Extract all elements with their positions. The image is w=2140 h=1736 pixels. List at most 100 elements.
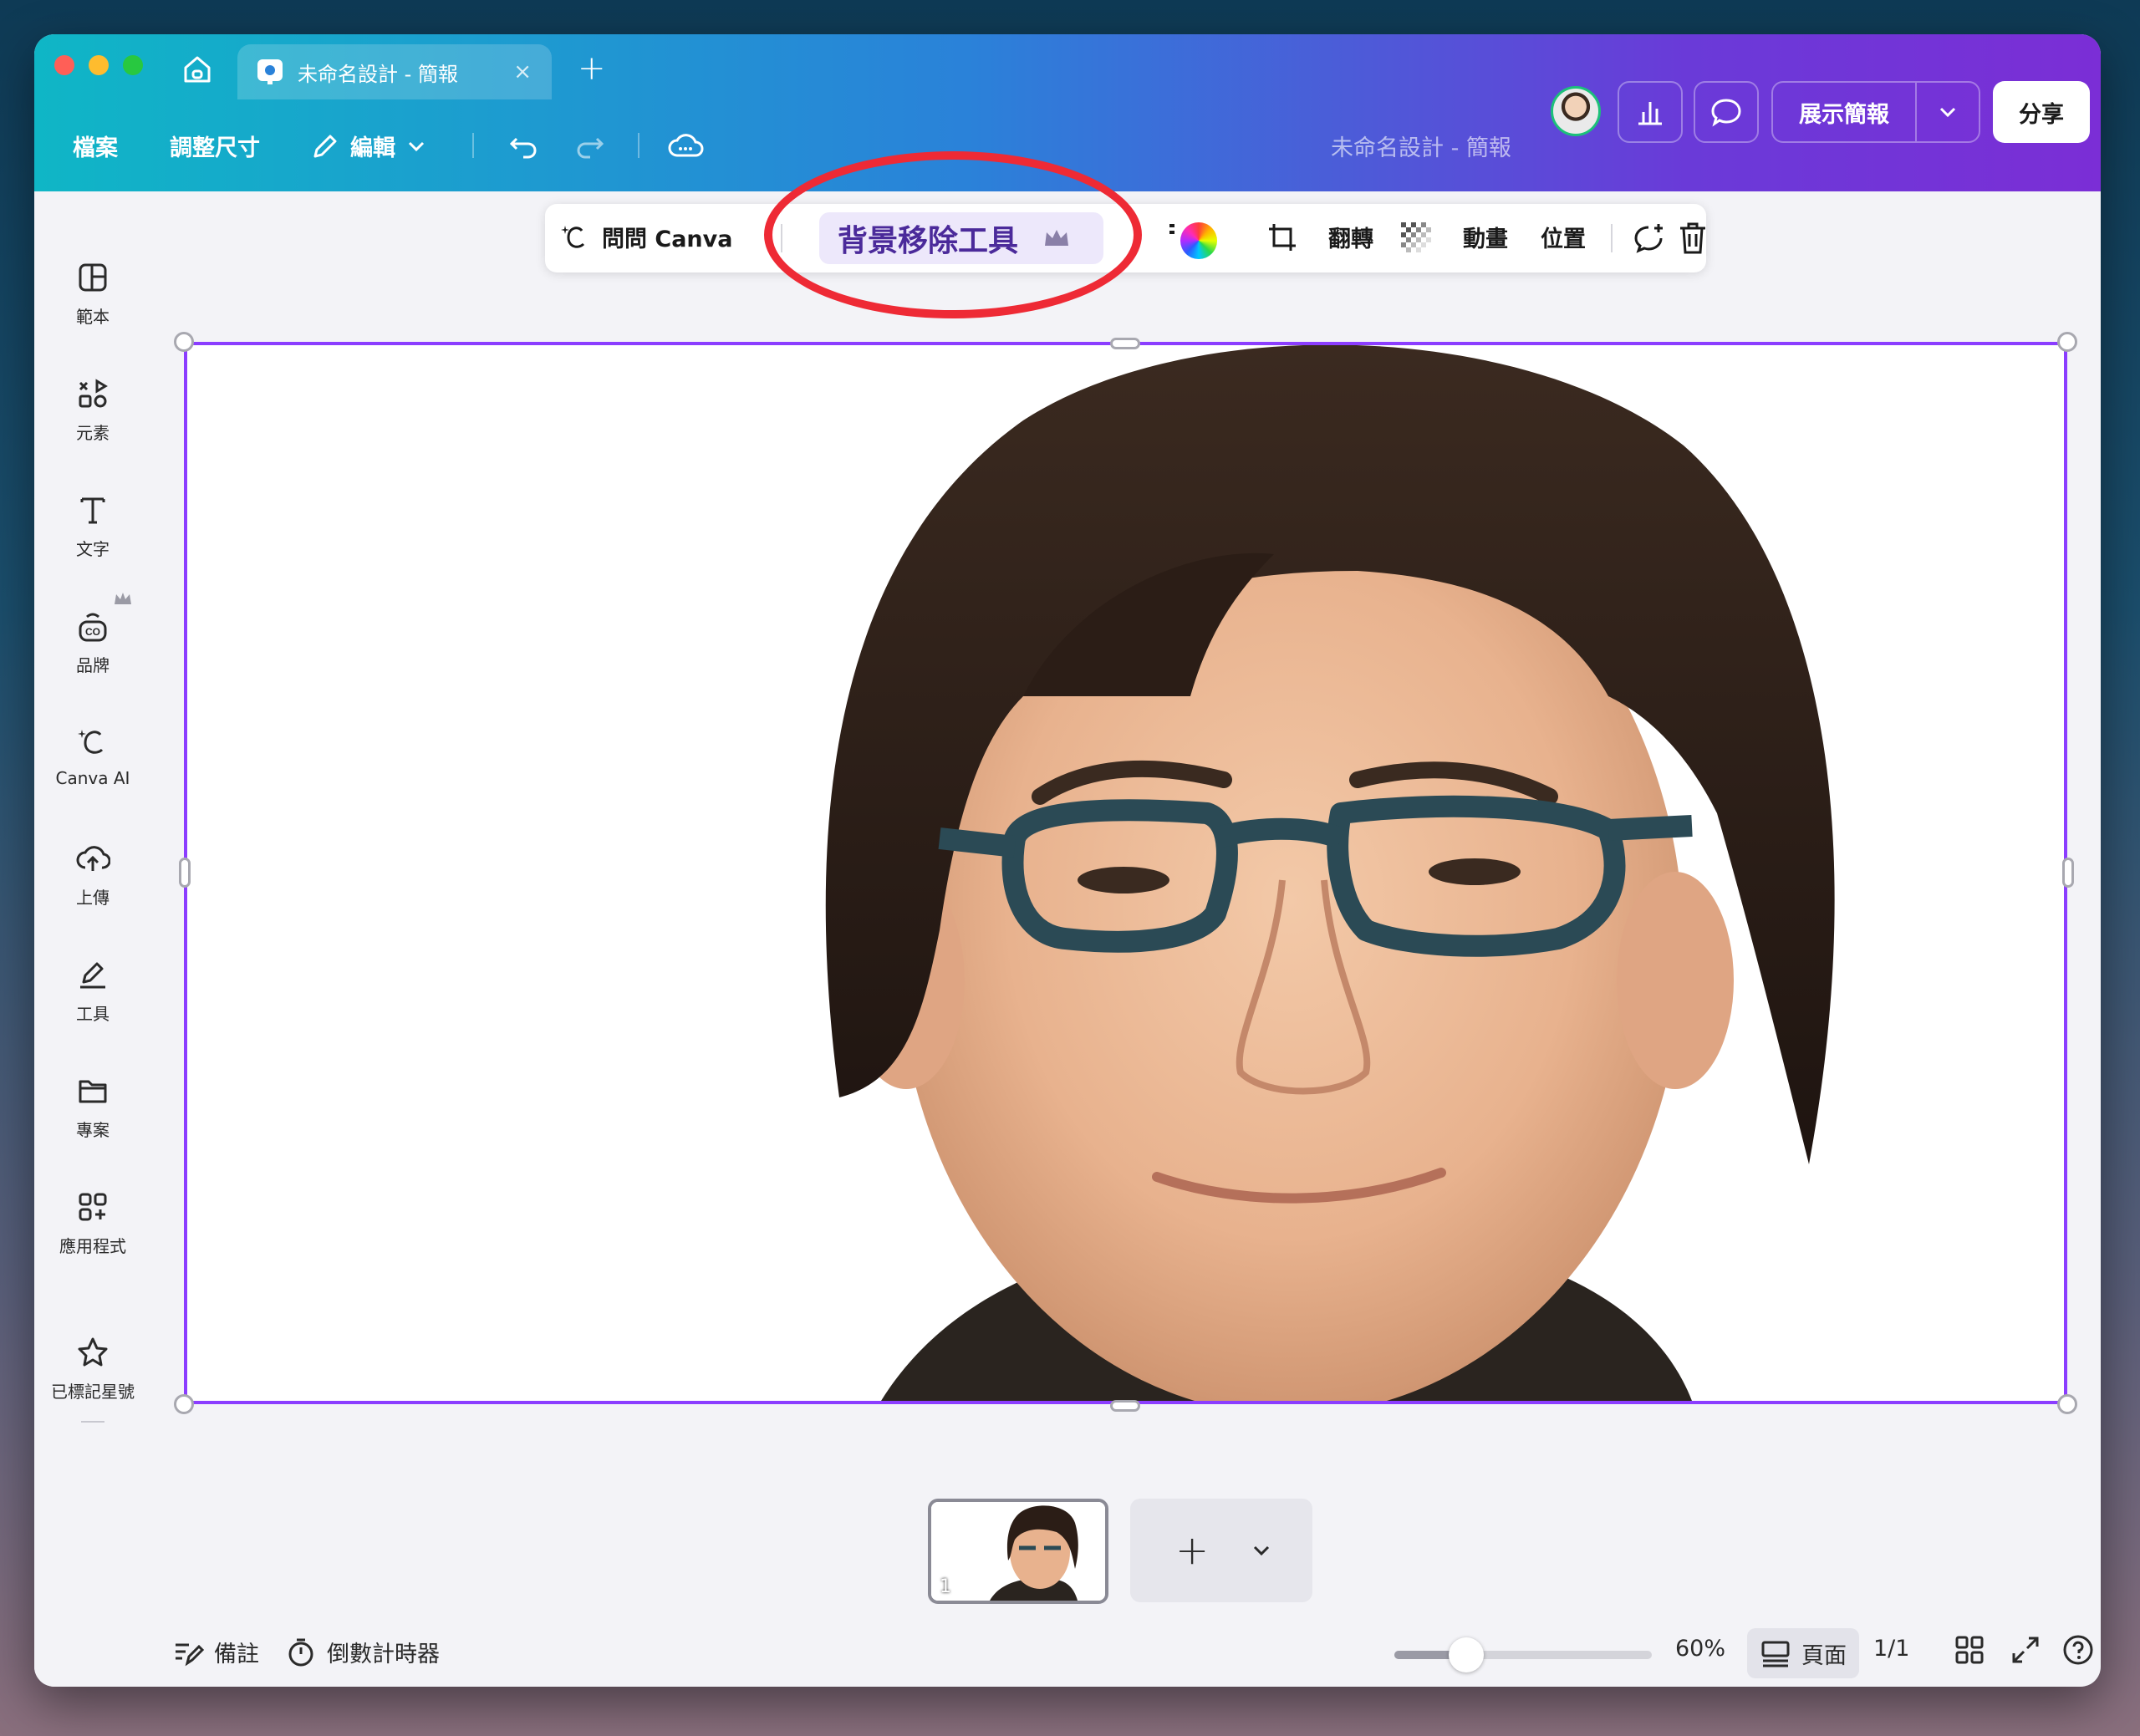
page-view-button[interactable]: 頁面 (1747, 1628, 1859, 1678)
expand-icon (2012, 1637, 2039, 1663)
user-avatar[interactable] (1551, 86, 1601, 136)
add-page-button[interactable]: + (1175, 1527, 1209, 1574)
app-window: 未命名設計 - 簡報 × + 檔案 調整尺寸 編輯 未命名設計 - 簡報 展示簡… (34, 34, 2101, 1687)
sidebar-item-uploads[interactable]: 上傳 (34, 841, 151, 909)
new-tab-button[interactable]: + (578, 49, 606, 88)
page-layout-icon (1761, 1641, 1790, 1667)
comment-button[interactable] (1694, 81, 1759, 143)
chevron-down-icon[interactable] (1251, 1540, 1272, 1561)
apps-icon (79, 1193, 107, 1221)
transparency-button[interactable] (1399, 221, 1433, 254)
home-icon[interactable] (179, 51, 216, 88)
sidebar-item-label: 上傳 (76, 888, 110, 908)
sidebar-item-tools[interactable]: 工具 (34, 957, 151, 1025)
present-button[interactable]: 展示簡報 (1771, 81, 1980, 143)
add-comment-button[interactable] (1632, 221, 1667, 256)
maximize-window-button[interactable] (123, 55, 143, 75)
svg-text:CO: CO (85, 626, 100, 638)
chevron-down-icon (1939, 107, 1956, 118)
present-options-dropdown[interactable] (1915, 83, 1979, 141)
zoom-level[interactable]: 60% (1675, 1636, 1725, 1662)
chevron-down-icon (408, 141, 425, 151)
sidebar-item-elements[interactable]: 元素 (34, 376, 151, 444)
resize-handle-bottom-right[interactable] (2057, 1394, 2077, 1414)
insights-button[interactable] (1618, 81, 1683, 143)
resize-menu[interactable]: 調整尺寸 (170, 130, 260, 162)
speech-bubble-icon (1711, 99, 1741, 127)
flip-button[interactable]: 翻轉 (1328, 221, 1373, 253)
redo-button[interactable] (568, 123, 613, 168)
sidebar-item-canva-ai[interactable]: Canva AI (34, 725, 151, 788)
file-menu-label: 檔案 (73, 135, 118, 161)
sidebar-item-label: Canva AI (55, 768, 130, 788)
position-button[interactable]: 位置 (1541, 221, 1586, 253)
undo-button[interactable] (501, 123, 546, 168)
animate-label: 動畫 (1463, 227, 1508, 252)
timer-button[interactable]: 倒數計時器 (285, 1636, 440, 1668)
fullscreen-button[interactable] (2009, 1633, 2042, 1667)
browser-tab[interactable]: 未命名設計 - 簡報 × (237, 44, 552, 99)
sidebar-item-apps[interactable]: 應用程式 (34, 1189, 151, 1257)
grid-view-button[interactable] (1953, 1633, 1986, 1667)
resize-handle-top[interactable] (1110, 338, 1140, 349)
resize-handle-bottom[interactable] (1110, 1400, 1140, 1412)
sidebar-item-label: 工具 (76, 1004, 110, 1024)
portrait-photo[interactable] (187, 345, 2064, 1401)
flip-label: 翻轉 (1328, 227, 1373, 252)
cloud-save-button[interactable] (663, 123, 708, 168)
resize-handle-top-right[interactable] (2057, 332, 2077, 352)
effects-button-partial[interactable] (1169, 221, 1176, 241)
color-adjust-icon[interactable] (1180, 222, 1217, 259)
minimize-window-button[interactable] (89, 55, 109, 75)
add-comment-icon (1634, 224, 1663, 253)
resize-handle-left[interactable] (179, 858, 191, 888)
pencil-icon (313, 135, 337, 157)
resize-handle-bottom-left[interactable] (174, 1394, 194, 1414)
sidebar-item-label: 專案 (76, 1120, 110, 1140)
help-button[interactable] (2061, 1633, 2095, 1667)
divider (1611, 224, 1613, 252)
redo-icon (577, 137, 604, 159)
thumbnail-image (931, 1502, 1105, 1601)
page-thumbnail[interactable]: 1 (928, 1499, 1108, 1604)
tab-close-icon[interactable]: × (513, 59, 532, 84)
divider (472, 133, 474, 158)
notes-button[interactable]: 備註 (172, 1636, 259, 1668)
zoom-slider-track[interactable] (1394, 1651, 1652, 1659)
file-menu[interactable]: 檔案 (73, 130, 118, 162)
delete-button[interactable] (1677, 221, 1709, 256)
tab-title: 未命名設計 - 簡報 (298, 62, 458, 86)
bar-chart-icon (1638, 102, 1662, 125)
animate-button[interactable]: 動畫 (1463, 221, 1508, 253)
notes-icon (176, 1643, 204, 1666)
page-view-label: 頁面 (1801, 1642, 1847, 1669)
sidebar-item-brand[interactable]: CO 品牌 (34, 608, 151, 676)
upload-icon (76, 846, 110, 871)
document-title[interactable]: 未命名設計 - 簡報 (1331, 130, 1511, 162)
trash-icon (1680, 222, 1705, 254)
resize-handle-top-left[interactable] (174, 332, 194, 352)
share-button[interactable]: 分享 (1993, 81, 2090, 143)
template-icon (79, 263, 107, 292)
undo-icon (509, 137, 537, 159)
cloud-saved-icon (668, 134, 704, 157)
notes-label: 備註 (214, 1642, 259, 1667)
star-icon (78, 1337, 108, 1367)
sidebar-item-text[interactable]: 文字 (34, 492, 151, 560)
edit-menu[interactable]: 編輯 (310, 130, 427, 162)
sidebar-divider (81, 1421, 104, 1423)
zoom-slider-thumb[interactable] (1449, 1637, 1485, 1672)
sidebar-item-projects[interactable]: 專案 (34, 1073, 151, 1141)
close-window-button[interactable] (54, 55, 74, 75)
tools-icon (80, 962, 105, 989)
design-canvas[interactable] (184, 342, 2067, 1404)
sidebar: 範本 元素 文字 CO 品牌 Canva AI 上傳 工具 專案 應用程式 已標… (34, 191, 151, 1687)
sidebar-item-templates[interactable]: 範本 (34, 260, 151, 328)
page-number: 1 (940, 1576, 951, 1597)
resize-handle-right[interactable] (2062, 858, 2074, 888)
sidebar-item-starred[interactable]: 已標記星號 (34, 1335, 151, 1403)
crop-icon (1269, 224, 1296, 251)
ask-canva-button[interactable]: 問問 Canva (560, 221, 732, 253)
sidebar-item-label: 文字 (76, 539, 110, 559)
crop-button[interactable] (1266, 221, 1299, 254)
